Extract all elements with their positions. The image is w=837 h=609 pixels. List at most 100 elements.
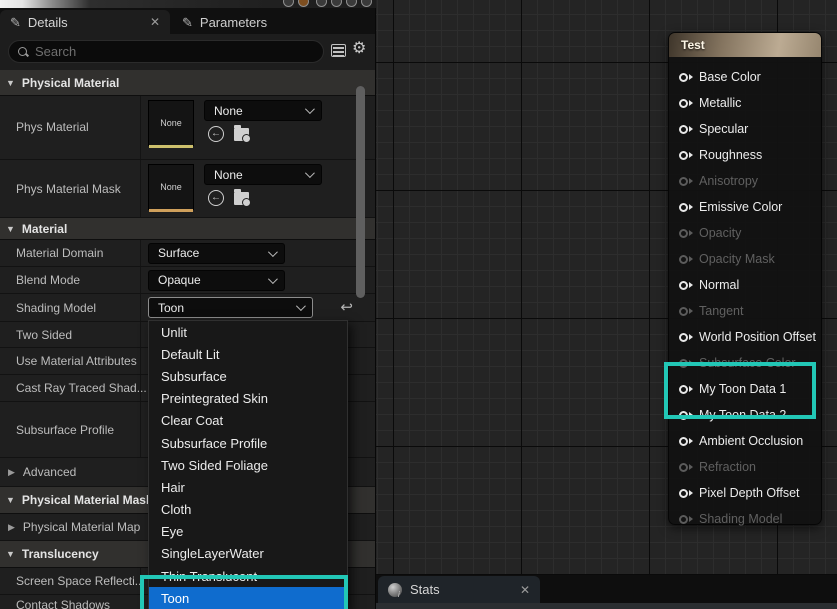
node-input-pin[interactable]: Refraction [669, 454, 821, 480]
dropdown-option[interactable]: Preintegrated Skin [149, 388, 347, 410]
chevron-down-icon [305, 104, 315, 114]
preview-shape-button[interactable] [361, 0, 372, 7]
browse-to-asset-icon[interactable] [234, 192, 249, 205]
blend-mode-select[interactable]: Opaque [148, 270, 285, 291]
dropdown-option[interactable]: Unlit [149, 321, 347, 343]
node-input-pin[interactable]: My Toon Data 2 [669, 402, 821, 428]
tab-parameters[interactable]: ✎ Parameters [172, 10, 362, 34]
node-input-pin[interactable]: World Position Offset [669, 324, 821, 350]
preview-shape-button[interactable] [331, 0, 342, 7]
pin-arrow-icon [689, 516, 693, 522]
node-input-pin[interactable]: Specular [669, 116, 821, 142]
search-placeholder: Search [35, 44, 76, 59]
settings-gear-icon[interactable]: ⚙ [352, 41, 366, 57]
pin-circle-icon[interactable] [679, 333, 688, 342]
parameters-pencil-icon: ✎ [182, 16, 193, 29]
material-domain-select[interactable]: Surface [148, 243, 285, 264]
reset-to-default-icon[interactable]: ↩ [340, 298, 353, 316]
node-input-pin[interactable]: Roughness [669, 142, 821, 168]
pin-circle-icon[interactable] [679, 73, 688, 82]
details-tab-bar: ✎ Details ✕ ✎ Parameters [0, 8, 375, 34]
dropdown-option[interactable]: Subsurface Profile [149, 432, 347, 454]
node-input-pin[interactable]: Opacity Mask [669, 246, 821, 272]
phys-material-select[interactable]: None [204, 100, 322, 121]
pin-circle-icon[interactable] [679, 463, 688, 472]
dropdown-option[interactable]: Eye [149, 521, 347, 543]
dropdown-option[interactable]: SingleLayerWater [149, 543, 347, 565]
pin-circle-icon[interactable] [679, 151, 688, 160]
pin-circle-icon[interactable] [679, 307, 688, 316]
chevron-down-icon [268, 247, 278, 257]
search-input[interactable]: Search [8, 40, 324, 63]
material-result-node[interactable]: Test Base Color Metallic [668, 32, 822, 525]
dropdown-option[interactable]: Cloth [149, 499, 347, 521]
material-graph-canvas[interactable]: Test Base Color Metallic [376, 0, 837, 609]
tab-stats[interactable]: i Stats ✕ [378, 576, 540, 603]
node-input-pin[interactable]: Metallic [669, 90, 821, 116]
section-physical-material[interactable]: ▼ Physical Material [0, 70, 375, 96]
node-input-pin[interactable]: Opacity [669, 220, 821, 246]
pin-circle-icon[interactable] [679, 515, 688, 524]
pin-arrow-icon [689, 464, 693, 470]
display-filters-icon[interactable] [331, 44, 346, 57]
asset-thumbnail[interactable]: None [148, 100, 194, 146]
close-icon[interactable]: ✕ [150, 16, 160, 28]
pin-circle-icon[interactable] [679, 489, 688, 498]
pin-circle-icon[interactable] [679, 177, 688, 186]
details-scrollbar[interactable] [356, 86, 365, 298]
node-input-pin[interactable]: Normal [669, 272, 821, 298]
preview-shape-button[interactable] [298, 0, 309, 7]
pin-arrow-icon [689, 386, 693, 392]
pin-arrow-icon [689, 100, 693, 106]
pin-circle-icon[interactable] [679, 229, 688, 238]
node-input-pin[interactable]: My Toon Data 1 [669, 376, 821, 402]
pin-arrow-icon [689, 204, 693, 210]
section-material[interactable]: ▼ Material [0, 218, 375, 240]
node-input-pin[interactable]: Subsurface Color [669, 350, 821, 376]
use-selected-asset-icon[interactable]: ← [208, 126, 224, 142]
pin-circle-icon[interactable] [679, 385, 688, 394]
node-input-pin[interactable]: Anisotropy [669, 168, 821, 194]
preview-shape-button[interactable] [316, 0, 327, 7]
dropdown-option[interactable]: Two Sided Foliage [149, 454, 347, 476]
pin-circle-icon[interactable] [679, 255, 688, 264]
pin-arrow-icon [689, 438, 693, 444]
browse-to-asset-icon[interactable] [234, 128, 249, 141]
pin-circle-icon[interactable] [679, 281, 688, 290]
phys-material-mask-select[interactable]: None [204, 164, 322, 185]
preview-shape-button[interactable] [346, 0, 357, 7]
tab-details[interactable]: ✎ Details ✕ [0, 10, 170, 34]
pin-circle-icon[interactable] [679, 359, 688, 368]
use-selected-asset-icon[interactable]: ← [208, 190, 224, 206]
details-pencil-icon: ✎ [10, 16, 21, 29]
close-icon[interactable]: ✕ [520, 584, 530, 596]
pin-arrow-icon [689, 334, 693, 340]
node-input-pin[interactable]: Tangent [669, 298, 821, 324]
dropdown-option[interactable]: Subsurface [149, 365, 347, 387]
pin-circle-icon[interactable] [679, 437, 688, 446]
pin-circle-icon[interactable] [679, 125, 688, 134]
stats-content-edge [376, 603, 837, 609]
preview-shape-button[interactable] [283, 0, 294, 7]
node-input-pin[interactable]: Ambient Occlusion [669, 428, 821, 454]
node-input-pin[interactable]: Shading Model [669, 506, 821, 532]
node-input-pin[interactable]: Pixel Depth Offset [669, 480, 821, 506]
node-input-pin[interactable]: Base Color [669, 64, 821, 90]
pin-arrow-icon [689, 360, 693, 366]
chevron-down-icon [305, 168, 315, 178]
asset-thumbnail[interactable]: None [148, 164, 194, 210]
pin-circle-icon[interactable] [679, 99, 688, 108]
node-title[interactable]: Test [669, 33, 821, 57]
node-input-pin[interactable]: Emissive Color [669, 194, 821, 220]
dropdown-option[interactable]: Clear Coat [149, 410, 347, 432]
dropdown-option[interactable]: Thin Translucent [149, 565, 347, 587]
row-blend-mode: Blend Mode Opaque [0, 267, 375, 294]
row-phys-material-mask: Phys Material Mask None None ← [0, 160, 375, 218]
shading-model-select[interactable]: Toon [148, 297, 313, 318]
pin-circle-icon[interactable] [679, 411, 688, 420]
pin-circle-icon[interactable] [679, 203, 688, 212]
pin-arrow-icon [689, 152, 693, 158]
dropdown-option[interactable]: Hair [149, 476, 347, 498]
dropdown-option[interactable]: Toon [149, 587, 347, 609]
dropdown-option[interactable]: Default Lit [149, 343, 347, 365]
